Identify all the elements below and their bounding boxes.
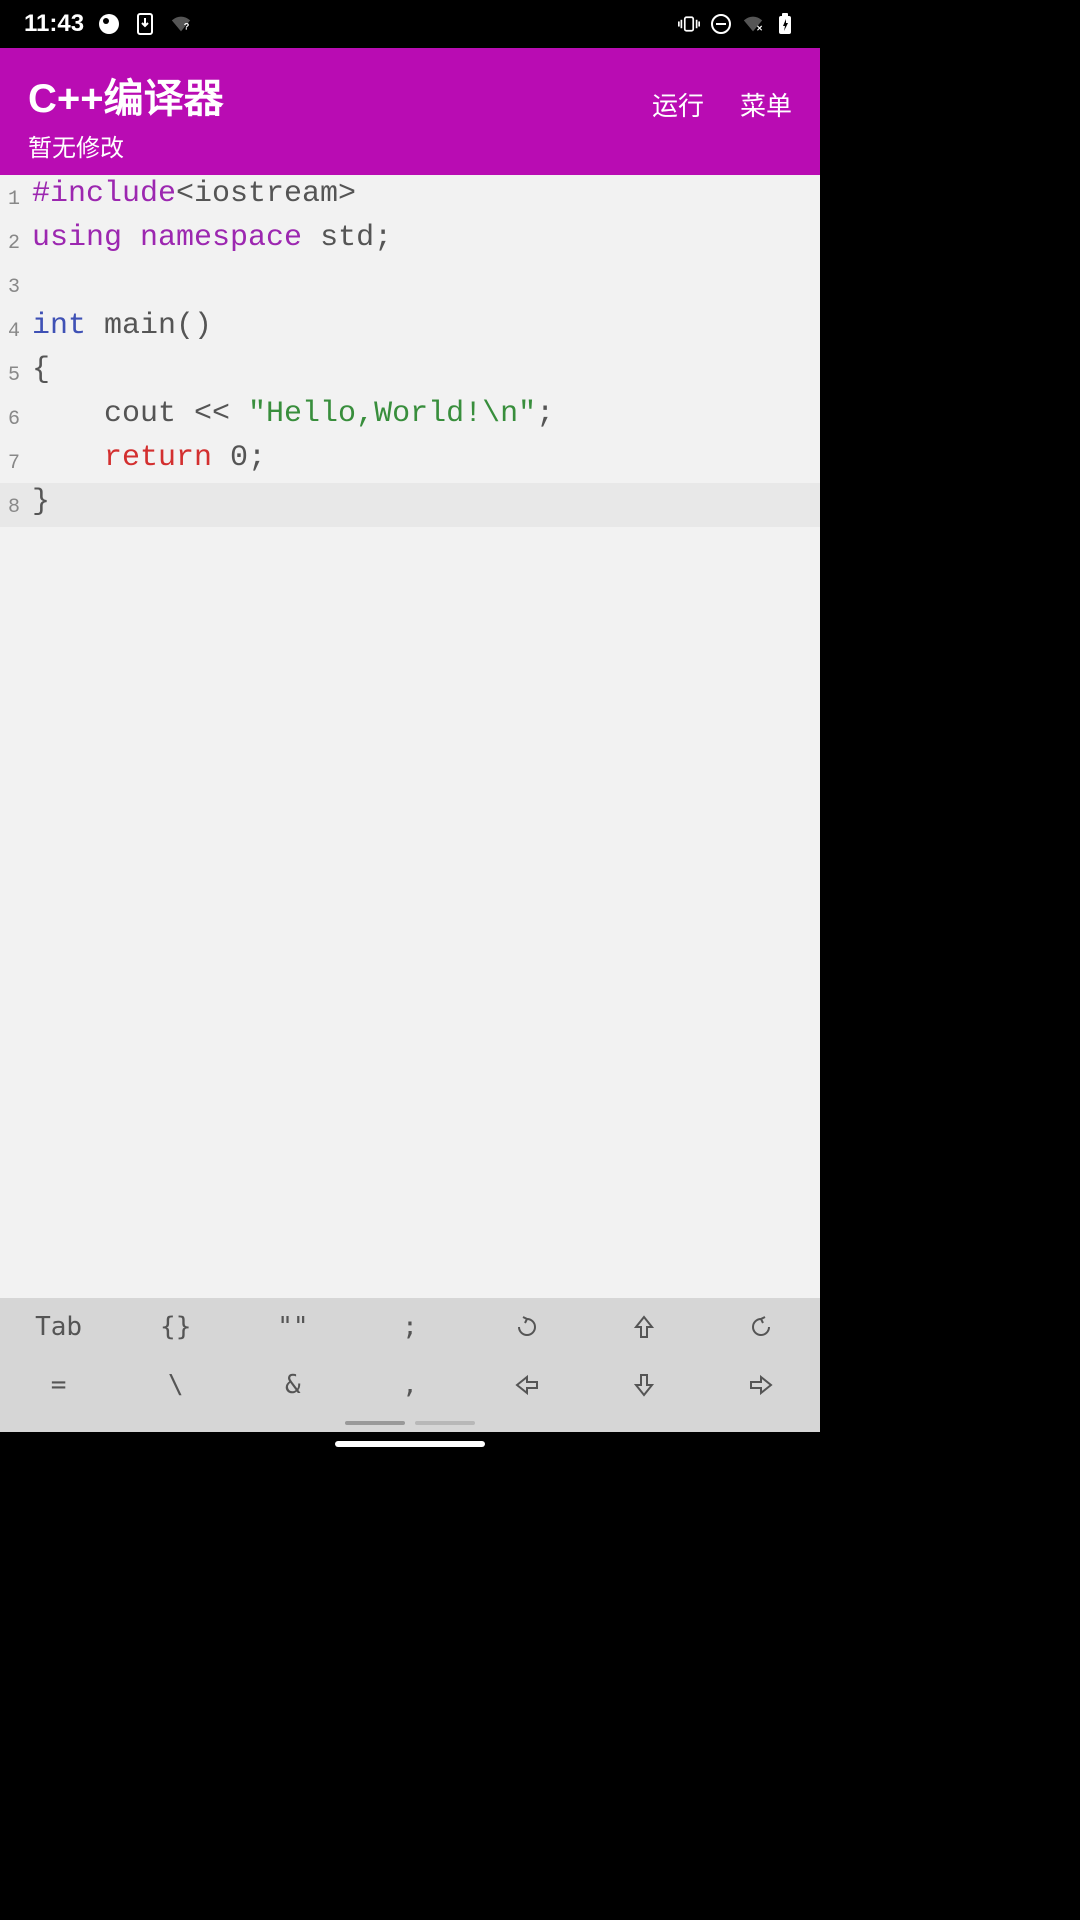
line-number: 6 (0, 395, 26, 439)
vibrate-icon (678, 13, 700, 35)
arrow-left-icon (515, 1374, 539, 1396)
app-subtitle: 暂无修改 (28, 128, 224, 163)
undo-icon (515, 1315, 539, 1339)
key-quotes[interactable]: "" (234, 1298, 351, 1356)
key-ampersand[interactable]: & (234, 1356, 351, 1414)
line-number: 2 (0, 219, 26, 263)
key-tab[interactable]: Tab (0, 1298, 117, 1356)
arrow-down-icon (633, 1373, 655, 1397)
key-braces[interactable]: {} (117, 1298, 234, 1356)
status-left: 11:43 ? (24, 10, 192, 38)
system-nav-bar (0, 1432, 820, 1456)
code-line: 7 return 0; (0, 439, 820, 483)
line-number: 3 (0, 263, 26, 307)
line-number: 1 (0, 175, 26, 219)
redo-icon (749, 1315, 773, 1339)
download-icon (134, 13, 156, 35)
line-number: 4 (0, 307, 26, 351)
key-backslash[interactable]: \ (117, 1356, 234, 1414)
key-up[interactable] (586, 1298, 703, 1356)
arrow-right-icon (749, 1374, 773, 1396)
status-bar: 11:43 ? × (0, 0, 820, 48)
code-line: 3 (0, 263, 820, 307)
line-number: 7 (0, 439, 26, 483)
header-left: C++编译器 暂无修改 (28, 66, 224, 163)
key-right[interactable] (703, 1356, 820, 1414)
status-time: 11:43 (24, 10, 84, 38)
line-number: 8 (0, 483, 26, 527)
handle-bar (345, 1421, 405, 1425)
svg-text:×: × (757, 23, 763, 34)
key-down[interactable] (586, 1356, 703, 1414)
code-editor[interactable]: 1 #include<iostream> 2 using namespace s… (0, 175, 820, 1298)
dnd-icon (710, 13, 732, 35)
code-line: 4 int main() (0, 307, 820, 351)
arrow-up-icon (633, 1315, 655, 1339)
key-undo[interactable] (469, 1298, 586, 1356)
code-line: 1 #include<iostream> (0, 175, 820, 219)
code-line: 6 cout << "Hello,World!\n"; (0, 395, 820, 439)
line-number: 5 (0, 351, 26, 395)
toolbar-row-1: Tab {} "" ; (0, 1298, 820, 1356)
run-button[interactable]: 运行 (652, 86, 704, 123)
handle-bar (415, 1421, 475, 1425)
app-header: C++编译器 暂无修改 运行 菜单 (0, 48, 820, 175)
symbol-toolbar: Tab {} "" ; = \ & , (0, 1298, 820, 1432)
code-line: 5 { (0, 351, 820, 395)
menu-button[interactable]: 菜单 (740, 86, 792, 123)
wifi-question-icon: ? (170, 13, 192, 35)
wifi-off-icon: × (742, 13, 764, 35)
code-line: 2 using namespace std; (0, 219, 820, 263)
code-line: 8 } (0, 483, 820, 527)
key-equals[interactable]: = (0, 1356, 117, 1414)
app-title: C++编译器 (28, 66, 224, 124)
nav-handle[interactable] (335, 1441, 485, 1447)
status-right: × (678, 13, 796, 35)
svg-text:?: ? (184, 22, 190, 32)
header-actions: 运行 菜单 (652, 86, 792, 123)
toolbar-drag-handle[interactable] (0, 1414, 820, 1432)
battery-icon (774, 13, 796, 35)
key-comma[interactable]: , (351, 1356, 468, 1414)
toolbar-row-2: = \ & , (0, 1356, 820, 1414)
key-redo[interactable] (703, 1298, 820, 1356)
clock-icon (98, 13, 120, 35)
key-left[interactable] (469, 1356, 586, 1414)
key-semicolon[interactable]: ; (351, 1298, 468, 1356)
